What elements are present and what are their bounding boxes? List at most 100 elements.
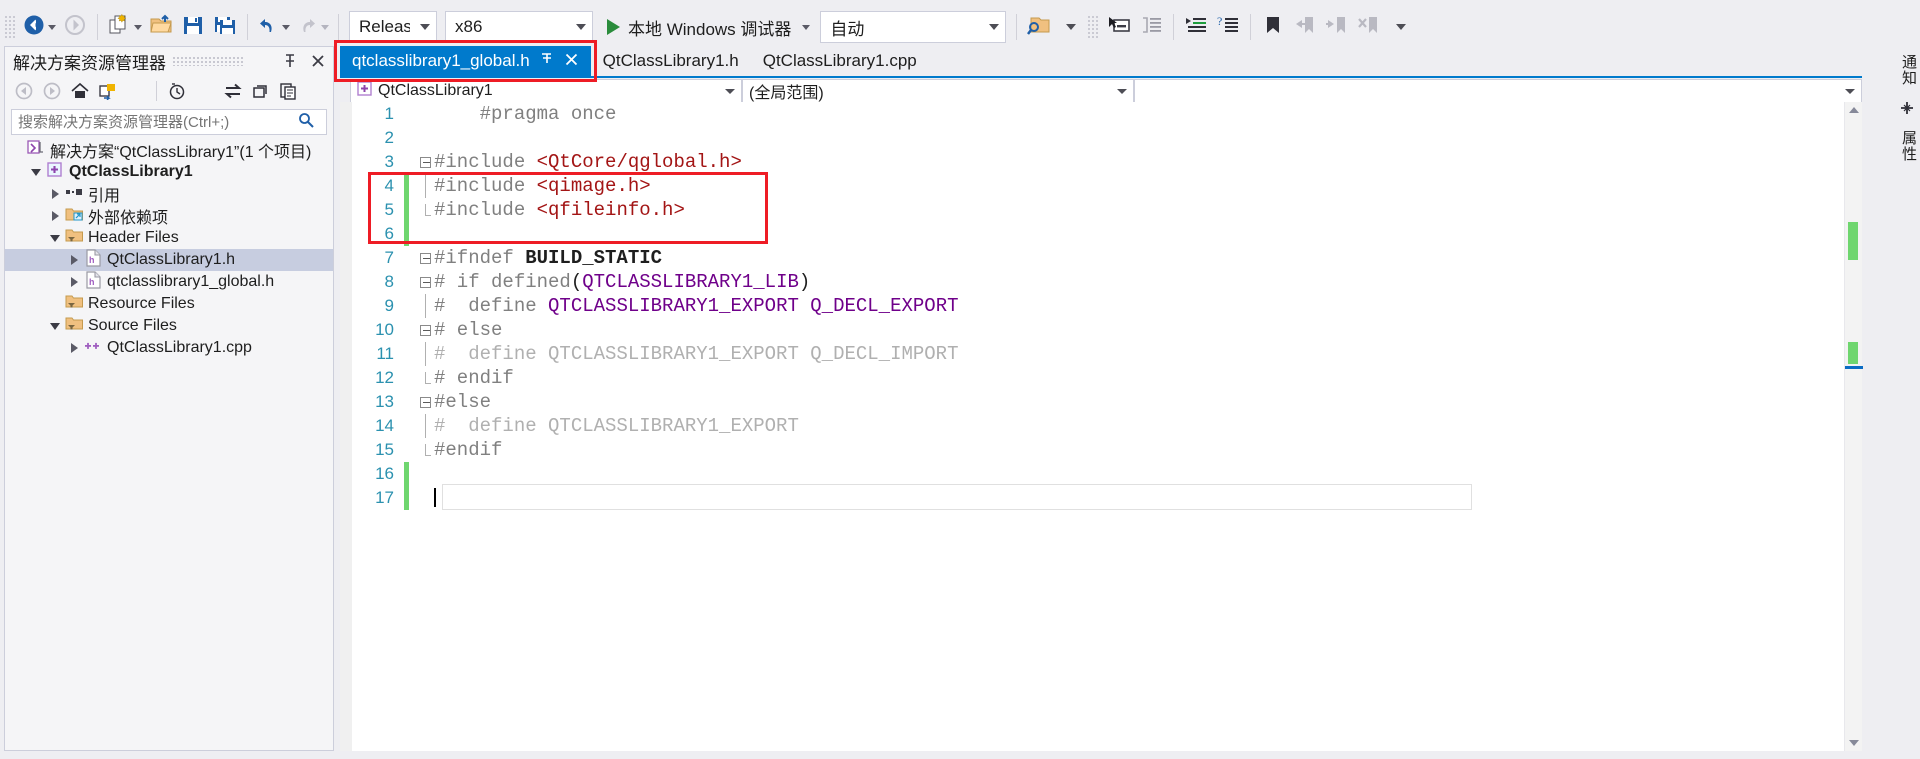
code-line[interactable]: 10 # else — [352, 318, 1844, 342]
tree-item[interactable]: QtClassLibrary1.cpp — [5, 337, 333, 359]
se-forward-button[interactable] — [39, 78, 65, 104]
collapse-twisty-icon[interactable] — [47, 234, 63, 242]
scroll-down-button[interactable] — [1845, 735, 1862, 751]
code-line[interactable]: 8 # if defined(QTCLASSLIBRARY1_LIB) — [352, 270, 1844, 294]
expand-twisty-icon[interactable] — [47, 211, 63, 221]
code-line[interactable]: 11 # define QTCLASSLIBRARY1_EXPORT Q_DECL… — [352, 342, 1844, 366]
save-button[interactable] — [177, 10, 209, 44]
panel-menu-button[interactable] — [251, 50, 273, 72]
solution-platform-combo[interactable]: x86 — [445, 11, 593, 43]
expand-twisty-icon[interactable] — [66, 343, 82, 353]
redo-button[interactable] — [293, 10, 332, 44]
right-tab-notifications[interactable]: 通知 — [1894, 46, 1920, 94]
navbar-project-dropdown[interactable]: QtClassLibrary1 — [350, 79, 742, 103]
breakpoint-margin[interactable] — [340, 102, 352, 751]
code-line[interactable]: 1 #pragma once — [352, 102, 1844, 126]
debug-type-combo[interactable]: 自动 — [820, 11, 1007, 43]
tree-item[interactable]: QtClassLibrary1 — [5, 161, 333, 183]
panel-close-button[interactable] — [307, 50, 329, 72]
toggle-window-button[interactable] — [1103, 10, 1135, 44]
code-line[interactable]: 14 # define QTCLASSLIBRARY1_EXPORT — [352, 414, 1844, 438]
collapse-twisty-icon[interactable] — [47, 322, 63, 330]
code-line[interactable]: 5 #include <qfileinfo.h> — [352, 198, 1844, 222]
collapse-region-icon[interactable] — [416, 156, 434, 168]
search-input[interactable] — [18, 113, 297, 131]
toolbar-overflow-button-2[interactable] — [1385, 10, 1417, 44]
code-line[interactable]: 9 # define QTCLASSLIBRARY1_EXPORT Q_DECL_… — [352, 294, 1844, 318]
right-splitter[interactable] — [1886, 46, 1894, 751]
scroll-up-button[interactable] — [1845, 102, 1862, 118]
tree-item[interactable]: h qtclasslibrary1_global.h — [5, 270, 333, 293]
navbar-member-dropdown[interactable] — [1134, 79, 1862, 103]
code-line[interactable]: 6 — [352, 222, 1844, 246]
tree-item[interactable]: Header Files — [5, 227, 333, 249]
right-tab-properties[interactable]: 属性 — [1894, 122, 1920, 170]
toggle-bookmark-button[interactable] — [1257, 10, 1289, 44]
code-line[interactable]: 4 #include <qimage.h> — [352, 174, 1844, 198]
solution-explorer-search[interactable] — [11, 109, 327, 135]
save-all-button[interactable] — [209, 10, 241, 44]
tree-item[interactable]: 外部依赖项 — [5, 205, 333, 227]
collapse-region-icon[interactable] — [416, 276, 434, 288]
se-home-button[interactable] — [67, 78, 93, 104]
code-line[interactable]: 13 #else — [352, 390, 1844, 414]
se-dropdown-button[interactable] — [123, 78, 149, 104]
se-solution-switch-button[interactable] — [95, 78, 121, 104]
start-debugging-button[interactable]: 本地 Windows 调试器 — [597, 15, 816, 40]
navigate-backward-button[interactable] — [20, 10, 59, 44]
expand-twisty-icon[interactable] — [47, 189, 63, 199]
expand-twisty-icon[interactable] — [66, 255, 82, 265]
se-show-all-files-button[interactable] — [276, 78, 302, 104]
collapse-region-icon[interactable] — [416, 324, 434, 336]
code-line[interactable]: 16 — [352, 462, 1844, 486]
search-icon[interactable] — [297, 111, 315, 134]
code-line[interactable]: 12 # endif — [352, 366, 1844, 390]
tree-item[interactable]: 引用 — [5, 183, 333, 205]
increase-indent-button[interactable] — [1180, 10, 1212, 44]
next-bookmark-button[interactable] — [1321, 10, 1353, 44]
outdent-button[interactable]: ? — [1212, 10, 1244, 44]
code-line[interactable]: 2 — [352, 126, 1844, 150]
tab-close-icon[interactable] — [564, 52, 579, 70]
se-sync-button[interactable] — [220, 78, 246, 104]
collapse-region-icon[interactable] — [416, 252, 434, 264]
tree-item[interactable]: Source Files — [5, 315, 333, 337]
collapse-twisty-icon[interactable] — [28, 168, 44, 176]
editor-tab[interactable]: QtClassLibrary1.h — [591, 46, 751, 76]
se-history-dropdown-button[interactable] — [192, 78, 218, 104]
toolbar-overflow-button[interactable] — [1055, 10, 1087, 44]
se-history-button[interactable] — [164, 78, 190, 104]
find-in-files-button[interactable] — [1023, 10, 1055, 44]
code-line[interactable]: 3 #include <QtCore/qglobal.h> — [352, 150, 1844, 174]
undo-button[interactable] — [254, 10, 293, 44]
solution-configuration-combo[interactable]: Release — [349, 11, 437, 43]
code-surface[interactable]: 1 #pragma once 2 3 #include <QtCore/qglobal… — [352, 102, 1844, 751]
navigate-forward-button[interactable] — [59, 10, 91, 44]
code-line[interactable]: 15 #endif — [352, 438, 1844, 462]
toolbar-grip[interactable] — [1087, 15, 1100, 39]
previous-bookmark-button[interactable] — [1289, 10, 1321, 44]
editor-tab[interactable]: qtclasslibrary1_global.h — [340, 46, 591, 76]
comment-selection-button[interactable] — [1135, 10, 1167, 44]
tree-item[interactable]: 解决方案“QtClassLibrary1”(1 个项目) — [5, 139, 333, 161]
code-text[interactable]: 1 #pragma once 2 3 #include <QtCore/qglobal… — [352, 102, 1844, 510]
tree-item[interactable]: h QtClassLibrary1.h — [5, 248, 333, 271]
editor-tab[interactable]: QtClassLibrary1.cpp — [751, 46, 929, 76]
open-file-button[interactable] — [145, 10, 177, 44]
se-refresh-button[interactable] — [248, 78, 274, 104]
tab-pin-icon[interactable] — [540, 51, 554, 71]
se-back-button[interactable] — [11, 78, 37, 104]
toolbar-grip[interactable] — [4, 15, 16, 39]
navbar-scope-dropdown[interactable]: (全局范围) — [742, 79, 1134, 103]
collapse-region-icon[interactable] — [416, 396, 434, 408]
vertical-scrollbar[interactable] — [1844, 102, 1863, 751]
clear-bookmarks-button[interactable] — [1353, 10, 1385, 44]
tree-item[interactable]: Resource Files — [5, 293, 333, 315]
code-line[interactable]: 7 #ifndef BUILD_STATIC — [352, 246, 1844, 270]
code-editor[interactable]: 1 #pragma once 2 3 #include <QtCore/qglobal… — [340, 102, 1863, 751]
expand-twisty-icon[interactable] — [66, 277, 82, 287]
titlebar-drag-grip[interactable] — [172, 56, 245, 66]
toolbox-button[interactable] — [1894, 94, 1920, 122]
panel-pin-button[interactable] — [279, 50, 301, 72]
new-item-button[interactable] — [104, 10, 145, 44]
